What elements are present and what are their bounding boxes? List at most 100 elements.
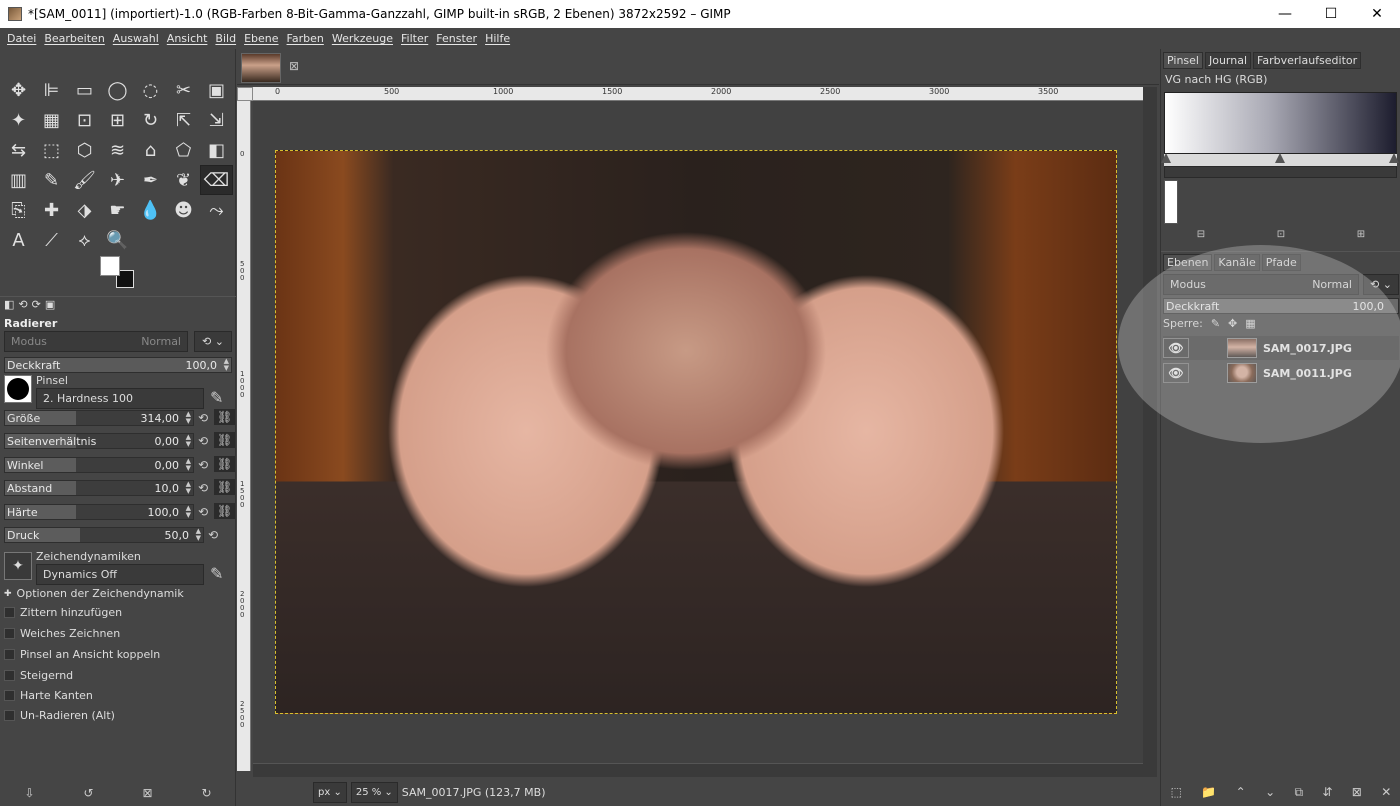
- menu-hilfe[interactable]: Hilfe: [481, 32, 514, 45]
- rect-select-tool-icon[interactable]: ▭: [68, 75, 101, 105]
- canvas[interactable]: [253, 101, 1143, 771]
- handle-transform-tool-icon[interactable]: ⬠: [167, 135, 200, 165]
- cage-tool-icon[interactable]: ⌂: [134, 135, 167, 165]
- maximize-button[interactable]: ☐: [1308, 0, 1354, 28]
- slider-0[interactable]: Größe 314,00 ▲ ▼: [4, 410, 194, 426]
- slider-1[interactable]: Seitenverhältnis 0,00 ▲ ▼: [4, 433, 194, 449]
- unified-transform-tool-icon[interactable]: ⊞: [101, 105, 134, 135]
- chain-link-icon[interactable]: ⛓: [214, 479, 236, 495]
- spin-arrows-icon[interactable]: ▲ ▼: [224, 358, 229, 372]
- move-tool-icon[interactable]: ✥: [2, 75, 35, 105]
- dodge-tool-icon[interactable]: ☻: [167, 195, 200, 225]
- smudge-tool-icon[interactable]: ☛: [101, 195, 134, 225]
- option-checkbox[interactable]: Steigernd: [4, 669, 73, 682]
- rotate-tool-icon[interactable]: ↻: [134, 105, 167, 135]
- color-picker-tool-icon[interactable]: ⟋: [35, 225, 68, 255]
- dynamics-options-expander[interactable]: ✚ Optionen der Zeichendynamik: [4, 587, 184, 600]
- spin-arrows-icon[interactable]: ▲ ▼: [196, 528, 201, 542]
- mypaint-tool-icon[interactable]: ❦: [167, 165, 200, 195]
- device-status-tab-icon[interactable]: ⟲: [18, 298, 27, 311]
- zoom-dropdown[interactable]: 25 % ⌄: [350, 782, 398, 803]
- dynamics-preview[interactable]: ✦: [4, 552, 32, 580]
- spin-arrows-icon[interactable]: ▲ ▼: [186, 434, 191, 448]
- fuzzy-select-tool-icon[interactable]: ✦: [2, 105, 35, 135]
- new-layer-icon[interactable]: ⬚: [1171, 785, 1182, 799]
- menu-ebene[interactable]: Ebene: [240, 32, 282, 45]
- image-canvas-photo[interactable]: [275, 150, 1117, 714]
- reset-value-icon[interactable]: ⟲: [198, 434, 208, 448]
- gradient-scrollbar[interactable]: [1164, 166, 1397, 178]
- save-options-icon[interactable]: ⇩: [24, 786, 34, 800]
- ink-tool-icon[interactable]: ✒: [134, 165, 167, 195]
- ruler-corner[interactable]: [237, 87, 253, 101]
- reset-options-icon[interactable]: ↻: [201, 786, 211, 800]
- option-checkbox[interactable]: Un-Radieren (Alt): [4, 709, 115, 722]
- perspective-tool-icon[interactable]: ⬚: [35, 135, 68, 165]
- duplicate-layer-icon[interactable]: ⧉: [1294, 785, 1303, 800]
- ellipse-select-tool-icon[interactable]: ◯: [101, 75, 134, 105]
- gradient-preview[interactable]: [1164, 92, 1397, 154]
- fg-bg-colors[interactable]: [100, 256, 136, 292]
- option-checkbox[interactable]: Weiches Zeichnen: [4, 627, 120, 640]
- free-select-tool-icon[interactable]: ◌: [134, 75, 167, 105]
- opacity-slider[interactable]: Deckkraft 100,0 ▲ ▼: [4, 357, 232, 373]
- checkbox-box[interactable]: [4, 690, 15, 701]
- pencil-tool-icon[interactable]: ✎: [35, 165, 68, 195]
- menu-filter[interactable]: Filter: [397, 32, 432, 45]
- bucket-fill-tool-icon[interactable]: ◧: [200, 135, 233, 165]
- clone-tool-icon[interactable]: ⎘: [2, 195, 35, 225]
- brush-name-field[interactable]: 2. Hardness 100: [36, 388, 204, 409]
- spin-arrows-icon[interactable]: ▲ ▼: [186, 505, 191, 519]
- paintbrush-tool-icon[interactable]: 🖌: [68, 165, 101, 195]
- checkbox-box[interactable]: [4, 628, 15, 639]
- paths-tool-icon[interactable]: ⤳: [200, 195, 233, 225]
- close-button[interactable]: ✕: [1354, 0, 1400, 28]
- lower-layer-icon[interactable]: ⌄: [1265, 785, 1275, 799]
- measure-tool-icon[interactable]: ⟡: [68, 225, 101, 255]
- minimize-button[interactable]: —: [1262, 0, 1308, 28]
- zoom-out-icon[interactable]: ⊟: [1197, 229, 1205, 243]
- chain-link-icon[interactable]: ⛓: [214, 456, 236, 472]
- close-tab-icon[interactable]: ⊠: [289, 59, 299, 73]
- reset-value-icon[interactable]: ⟲: [198, 505, 208, 519]
- slider-2[interactable]: Winkel 0,00 ▲ ▼: [4, 457, 194, 473]
- foreground-select-tool-icon[interactable]: ▣: [200, 75, 233, 105]
- foreground-color-swatch[interactable]: [100, 256, 120, 276]
- slider-4[interactable]: Härte 100,0 ▲ ▼: [4, 504, 194, 520]
- checkbox-box[interactable]: [4, 649, 15, 660]
- checkbox-box[interactable]: [4, 607, 15, 618]
- option-checkbox[interactable]: Pinsel an Ansicht koppeln: [4, 648, 160, 661]
- chain-link-icon[interactable]: ⛓: [214, 432, 236, 448]
- 3d-transform-tool-icon[interactable]: ⬡: [68, 135, 101, 165]
- shear-tool-icon[interactable]: ⇲: [200, 105, 233, 135]
- new-group-icon[interactable]: 📁: [1201, 785, 1216, 799]
- menu-fenster[interactable]: Fenster: [432, 32, 481, 45]
- checkbox-box[interactable]: [4, 670, 15, 681]
- vertical-scrollbar[interactable]: [1143, 87, 1157, 777]
- gradient-mid-handle[interactable]: [1275, 153, 1285, 163]
- merge-layer-icon[interactable]: ⇵: [1322, 785, 1332, 799]
- menu-bild[interactable]: Bild: [211, 32, 240, 45]
- delete-layer-icon[interactable]: ✕: [1381, 785, 1391, 799]
- text-tool-icon[interactable]: A: [2, 225, 35, 255]
- chain-link-icon[interactable]: ⛓: [214, 409, 236, 425]
- unit-dropdown[interactable]: px ⌄: [313, 782, 347, 803]
- edit-brush-icon[interactable]: ✎: [210, 388, 223, 407]
- option-checkbox[interactable]: Zittern hinzufügen: [4, 606, 122, 619]
- raise-layer-icon[interactable]: ⌃: [1236, 785, 1246, 799]
- menu-datei[interactable]: Datei: [3, 32, 40, 45]
- dynamics-field[interactable]: Dynamics Off: [36, 564, 204, 585]
- scale-tool-icon[interactable]: ⇱: [167, 105, 200, 135]
- slider-3[interactable]: Abstand 10,0 ▲ ▼: [4, 480, 194, 496]
- horizontal-scrollbar[interactable]: [253, 763, 1143, 777]
- slider-5[interactable]: Druck 50,0 ▲ ▼: [4, 527, 204, 543]
- mode-reset-button[interactable]: ⟲ ⌄: [194, 331, 232, 352]
- warp-tool-icon[interactable]: ≋: [101, 135, 134, 165]
- tab-journal[interactable]: Journal: [1204, 51, 1252, 69]
- reset-value-icon[interactable]: ⟲: [208, 528, 218, 542]
- spin-arrows-icon[interactable]: ▲ ▼: [186, 481, 191, 495]
- image-tab-thumbnail[interactable]: [241, 53, 281, 83]
- align-tool-icon[interactable]: ⊫: [35, 75, 68, 105]
- heal-tool-icon[interactable]: ✚: [35, 195, 68, 225]
- option-checkbox[interactable]: Harte Kanten: [4, 689, 93, 702]
